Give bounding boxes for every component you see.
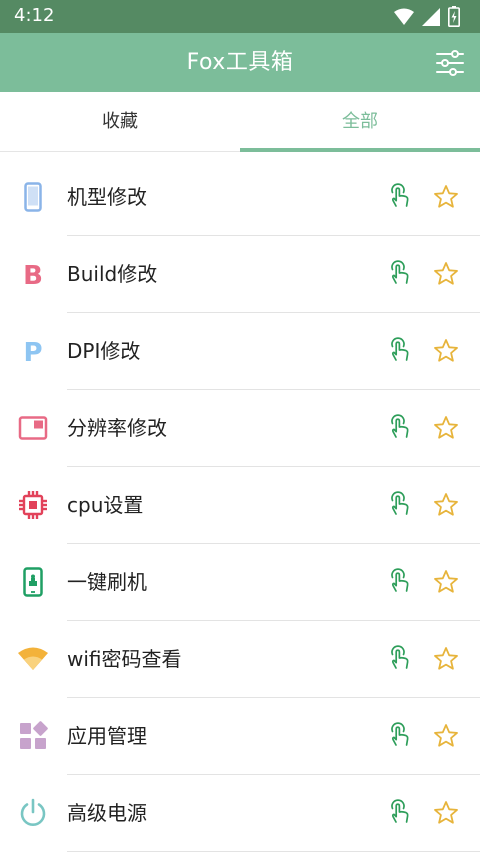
star-icon[interactable] — [432, 645, 460, 673]
list-item-build[interactable]: B Build修改 — [0, 236, 480, 313]
battery-icon — [448, 6, 460, 28]
app-title: Fox工具箱 — [186, 50, 294, 75]
wifi-status-icon — [394, 8, 414, 25]
phone-icon — [24, 182, 42, 212]
app-bar: Fox工具箱 — [0, 33, 480, 92]
touch-icon[interactable] — [386, 722, 414, 750]
power-icon — [20, 798, 46, 826]
touch-icon[interactable] — [386, 337, 414, 365]
star-icon[interactable] — [432, 722, 460, 750]
star-icon[interactable] — [432, 337, 460, 365]
phone-flash-icon — [23, 567, 43, 597]
list-item-label: Build修改 — [67, 262, 158, 286]
tab-all[interactable]: 全部 — [240, 92, 480, 152]
star-icon[interactable] — [432, 491, 460, 519]
apps-grid-icon — [20, 721, 48, 749]
list-item-label: wifi密码查看 — [67, 647, 182, 671]
wifi-icon — [18, 647, 48, 670]
list-item-model[interactable]: 机型修改 — [0, 159, 480, 236]
list-item-label: 高级电源 — [67, 801, 147, 825]
list-item-flash[interactable]: 一键刷机 — [0, 544, 480, 621]
touch-icon[interactable] — [386, 183, 414, 211]
list-item-label: DPI修改 — [67, 339, 141, 363]
touch-icon[interactable] — [386, 799, 414, 827]
list-item-label: 机型修改 — [67, 185, 147, 209]
star-icon[interactable] — [432, 183, 460, 211]
tab-favorites[interactable]: 收藏 — [0, 92, 240, 152]
touch-icon[interactable] — [386, 260, 414, 288]
cpu-chip-icon — [19, 491, 47, 519]
touch-icon[interactable] — [386, 645, 414, 673]
list-item-label: 分辨率修改 — [67, 416, 167, 440]
list-item-resolution[interactable]: 分辨率修改 — [0, 390, 480, 467]
touch-icon[interactable] — [386, 568, 414, 596]
list-item-wifi[interactable]: wifi密码查看 — [0, 621, 480, 698]
star-icon[interactable] — [432, 799, 460, 827]
status-bar: 4:12 — [0, 0, 480, 33]
star-icon[interactable] — [432, 568, 460, 596]
star-icon[interactable] — [432, 414, 460, 442]
letter-p-icon: P — [23, 338, 42, 368]
tool-list: 机型修改 B Build修改 P DPI修改 分辨率修改 cpu设置 一键刷机 … — [0, 159, 480, 852]
status-icons — [394, 4, 460, 29]
list-item-label: cpu设置 — [67, 493, 144, 517]
sliders-icon — [436, 50, 464, 76]
list-item-dpi[interactable]: P DPI修改 — [0, 313, 480, 390]
letter-b-icon: B — [23, 261, 43, 291]
touch-icon[interactable] — [386, 414, 414, 442]
screen-resolution-icon — [18, 416, 48, 440]
svg-text:P: P — [23, 338, 42, 368]
svg-text:B: B — [23, 261, 43, 291]
list-item-label: 一键刷机 — [67, 570, 147, 594]
touch-icon[interactable] — [386, 491, 414, 519]
star-icon[interactable] — [432, 260, 460, 288]
tab-bar: 收藏 全部 — [0, 92, 480, 152]
tab-indicator — [240, 148, 480, 152]
list-item-cpu[interactable]: cpu设置 — [0, 467, 480, 544]
filter-settings-button[interactable] — [434, 47, 466, 79]
list-item-power[interactable]: 高级电源 — [0, 775, 480, 852]
list-item-label: 应用管理 — [67, 724, 147, 748]
list-item-app-manager[interactable]: 应用管理 — [0, 698, 480, 775]
status-time: 4:12 — [14, 5, 55, 26]
signal-icon — [422, 7, 440, 26]
